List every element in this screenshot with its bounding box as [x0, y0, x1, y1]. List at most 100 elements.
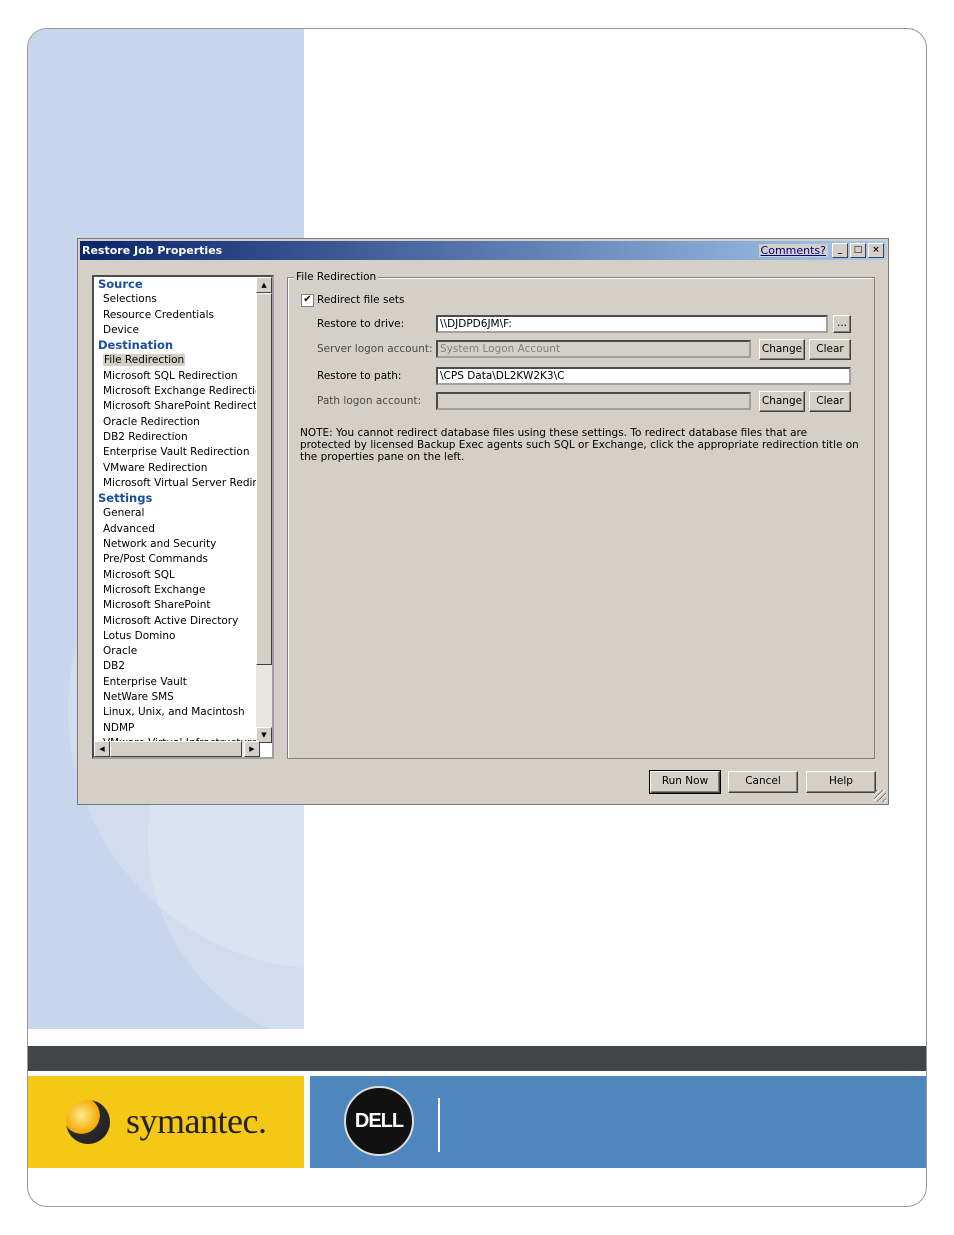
- browse-drive-button[interactable]: ...: [833, 315, 851, 333]
- tree-item[interactable]: Enterprise Vault: [94, 675, 260, 690]
- scroll-thumb[interactable]: [256, 293, 272, 665]
- tree-item-label: Advanced: [103, 522, 155, 535]
- tree-item-label: DB2: [103, 660, 125, 673]
- tree-item-label: File Redirection: [103, 354, 186, 367]
- tree-item[interactable]: DB2: [94, 659, 260, 674]
- restore-to-path-label: Restore to path:: [317, 370, 402, 382]
- tree-item[interactable]: Microsoft SharePoint Redirection: [94, 399, 260, 414]
- tree-vertical-scrollbar[interactable]: ▲ ▼: [256, 277, 272, 743]
- tree-item[interactable]: Selections: [94, 292, 260, 307]
- tree-item[interactable]: Microsoft Virtual Server Redirection: [94, 476, 260, 491]
- tree-item[interactable]: DB2 Redirection: [94, 430, 260, 445]
- symantec-logo-text: symantec.: [126, 1101, 267, 1141]
- tree-item-label: Enterprise Vault Redirection: [103, 446, 250, 459]
- tree-item-label: Microsoft Exchange: [103, 583, 206, 596]
- tree-item[interactable]: Microsoft Exchange Redirection: [94, 384, 260, 399]
- tree-item-label: Oracle Redirection: [103, 415, 200, 428]
- tree-item-label: Resource Credentials: [103, 308, 215, 321]
- redirect-file-sets-checkbox[interactable]: ✔: [301, 294, 314, 307]
- path-logon-label: Path logon account:: [317, 395, 422, 407]
- cancel-button[interactable]: Cancel: [728, 771, 798, 793]
- tree-section-header[interactable]: Destination: [94, 338, 260, 353]
- tree-item-label: Microsoft SQL: [103, 568, 175, 581]
- tree-item[interactable]: Lotus Domino: [94, 629, 260, 644]
- tree-item-label: VMware Redirection: [103, 461, 208, 474]
- tree-item-label: Microsoft SharePoint: [103, 599, 211, 612]
- group-label: File Redirection: [294, 271, 379, 283]
- tree-item[interactable]: Microsoft SharePoint: [94, 598, 260, 613]
- tree-item[interactable]: Microsoft Active Directory: [94, 614, 260, 629]
- tree-item-label: NetWare SMS: [103, 691, 174, 704]
- tree-item[interactable]: Advanced: [94, 522, 260, 537]
- scroll-left-icon[interactable]: ◀: [94, 741, 110, 757]
- server-logon-change-button[interactable]: Change: [759, 339, 805, 360]
- path-logon-clear-button[interactable]: Clear: [809, 391, 851, 412]
- tree-item-label: DB2 Redirection: [103, 430, 188, 443]
- tree-list: Source Selections Resource Credentials Devi…: [94, 277, 260, 743]
- scroll-up-icon[interactable]: ▲: [256, 277, 272, 293]
- server-logon-label: Server logon account:: [317, 343, 433, 355]
- restore-to-drive-label: Restore to drive:: [317, 318, 405, 330]
- server-logon-clear-button[interactable]: Clear: [809, 339, 851, 360]
- symantec-logo-panel: symantec.: [28, 1076, 304, 1168]
- tree-item-label: NDMP: [103, 721, 135, 734]
- tree-item[interactable]: Linux, Unix, and Macintosh: [94, 705, 260, 720]
- logo-divider: [438, 1098, 440, 1152]
- tree-item[interactable]: NDMP: [94, 721, 260, 736]
- tree-item-label: Microsoft SQL Redirection: [103, 369, 238, 382]
- scroll-thumb[interactable]: [110, 741, 242, 757]
- tree-item[interactable]: Enterprise Vault Redirection: [94, 445, 260, 460]
- tree-item-label: Device: [103, 323, 139, 336]
- path-logon-input[interactable]: [436, 392, 751, 410]
- tree-item-label: Oracle: [103, 645, 138, 658]
- tree-item[interactable]: Microsoft Exchange: [94, 583, 260, 598]
- dialog-title: Restore Job Properties: [82, 244, 223, 257]
- server-logon-input[interactable]: System Logon Account: [436, 340, 751, 358]
- restore-job-properties-dialog: Restore Job Properties Comments? _ □ × S…: [77, 238, 889, 805]
- dialog-titlebar[interactable]: Restore Job Properties Comments? _ □ ×: [80, 241, 886, 260]
- redirect-file-sets-label: Redirect file sets: [317, 294, 405, 306]
- dell-logo-panel: DELL: [310, 1076, 926, 1168]
- tree-item[interactable]: Microsoft SQL: [94, 568, 260, 583]
- tree-item-label: Microsoft SharePoint Redirection: [103, 400, 260, 413]
- maximize-icon[interactable]: □: [850, 243, 866, 258]
- close-icon[interactable]: ×: [868, 243, 884, 258]
- tree-item[interactable]: VMware Redirection: [94, 461, 260, 476]
- resize-grip-icon[interactable]: [874, 790, 886, 802]
- properties-tree[interactable]: Source Selections Resource Credentials Devi…: [92, 275, 274, 759]
- tree-item-label: Selections: [103, 293, 157, 306]
- redirection-note: NOTE: You cannot redirect database files…: [300, 427, 859, 463]
- tree-item[interactable]: NetWare SMS: [94, 690, 260, 705]
- tree-item-label: Microsoft Exchange Redirection: [103, 385, 260, 398]
- tree-item[interactable]: Pre/Post Commands: [94, 552, 260, 567]
- footer-bar: [28, 1046, 926, 1071]
- tree-item-label: Linux, Unix, and Macintosh: [103, 706, 245, 719]
- comments-link[interactable]: Comments?: [758, 244, 828, 257]
- tree-horizontal-scrollbar[interactable]: ◀ ▶: [94, 741, 260, 757]
- restore-to-path-input[interactable]: \CPS Data\DL2KW2K3\C: [436, 367, 851, 385]
- tree-item[interactable]: Oracle Redirection: [94, 415, 260, 430]
- tree-item[interactable]: Network and Security: [94, 537, 260, 552]
- scroll-right-icon[interactable]: ▶: [244, 741, 260, 757]
- symantec-logo-icon: [66, 1100, 110, 1144]
- minimize-icon[interactable]: _: [832, 243, 848, 258]
- help-button[interactable]: Help: [806, 771, 876, 793]
- tree-item[interactable]: Resource Credentials: [94, 308, 260, 323]
- tree-item-label: Enterprise Vault: [103, 675, 187, 688]
- tree-item-label: Microsoft Virtual Server Redirection: [103, 476, 260, 489]
- restore-to-drive-input[interactable]: \\DJDPD6JM\F:: [436, 315, 828, 333]
- dell-logo-icon: DELL: [344, 1086, 414, 1156]
- path-logon-change-button[interactable]: Change: [759, 391, 805, 412]
- tree-item-label: General: [103, 507, 145, 520]
- tree-section-header[interactable]: Source: [94, 277, 260, 292]
- tree-item[interactable]: File Redirection: [94, 353, 260, 368]
- tree-item[interactable]: General: [94, 506, 260, 521]
- tree-section-header[interactable]: Settings: [94, 491, 260, 506]
- tree-item[interactable]: Microsoft SQL Redirection: [94, 369, 260, 384]
- run-now-button[interactable]: Run Now: [649, 770, 721, 794]
- tree-item[interactable]: Oracle: [94, 644, 260, 659]
- tree-item-label: Lotus Domino: [103, 629, 176, 642]
- tree-item[interactable]: Device: [94, 323, 260, 338]
- tree-item-label: Pre/Post Commands: [103, 553, 208, 566]
- tree-item-label: Network and Security: [103, 538, 217, 551]
